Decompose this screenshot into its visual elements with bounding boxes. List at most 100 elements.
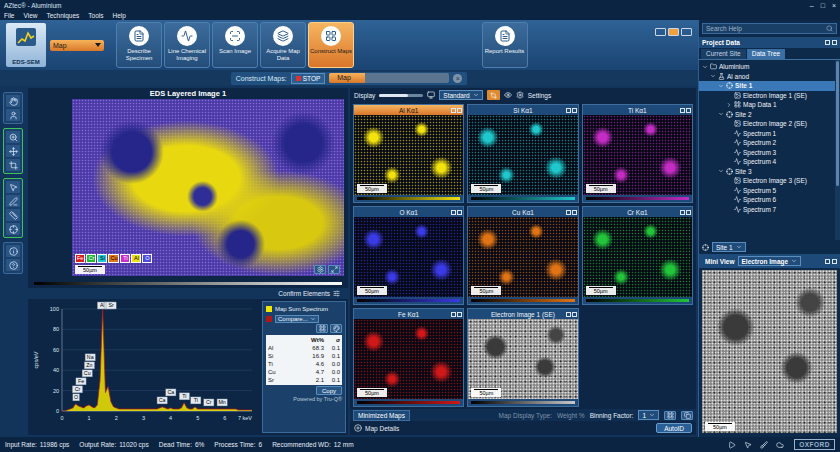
report-button[interactable]: Report Results: [482, 22, 528, 68]
expanded-icon[interactable]: [702, 64, 708, 70]
map-button[interactable]: [664, 411, 676, 420]
window-control[interactable]: –: [810, 2, 814, 9]
map-tile[interactable]: Cu Kα150µm: [467, 206, 578, 305]
monitor-icon[interactable]: [427, 91, 435, 99]
confirm-elements[interactable]: Confirm Elements: [278, 290, 330, 297]
tree-item[interactable]: Aluminium: [699, 62, 835, 72]
peak-label[interactable]: Ti: [191, 397, 201, 404]
tab[interactable]: Current Site: [701, 49, 746, 59]
result-button[interactable]: [316, 324, 328, 333]
layer-chip[interactable]: Cr: [86, 254, 96, 263]
tree-item[interactable]: Electron Image 1 (SE): [699, 91, 835, 101]
result-button[interactable]: [330, 324, 342, 333]
close-button[interactable]: ×: [453, 74, 462, 83]
minimize-icon[interactable]: [451, 312, 456, 317]
maximize-icon[interactable]: [686, 108, 691, 113]
stop-button[interactable]: STOP: [291, 73, 326, 84]
map-details[interactable]: Map Details: [365, 425, 399, 432]
minimize-icon[interactable]: [566, 312, 571, 317]
map-tile[interactable]: O Kα150µm: [353, 206, 464, 305]
binning-dropdown[interactable]: 1: [638, 410, 659, 420]
maximize-icon[interactable]: [572, 108, 577, 113]
tree-item[interactable]: Spectrum 2: [699, 138, 835, 148]
mode-dropdown[interactable]: Map: [50, 40, 104, 51]
tool-button[interactable]: [6, 181, 20, 193]
peak-label[interactable]: Cu: [82, 370, 92, 377]
peak-label[interactable]: O: [73, 394, 80, 401]
menu-item[interactable]: Help: [113, 12, 126, 19]
view-button[interactable]: [655, 28, 666, 36]
maximize-icon[interactable]: [832, 40, 837, 45]
map-tile[interactable]: Fe Kα150µm: [353, 308, 464, 407]
minimize-icon[interactable]: [566, 108, 571, 113]
tree-item[interactable]: Spectrum 5: [699, 186, 835, 196]
tool-button[interactable]: [6, 245, 20, 257]
image-button[interactable]: [314, 265, 326, 274]
peak-label[interactable]: Mn: [217, 399, 227, 406]
peak-label[interactable]: Ca: [157, 397, 167, 404]
window-control[interactable]: ×: [832, 2, 836, 9]
tree-item[interactable]: Spectrum 7: [699, 205, 835, 215]
peak-label[interactable]: Ti: [179, 393, 189, 400]
search-field[interactable]: Search Help: [702, 23, 837, 34]
tool-button[interactable]: [6, 209, 20, 221]
minimized-tab[interactable]: Minimized Maps: [353, 410, 410, 421]
display-type-value[interactable]: Weight %: [557, 412, 585, 419]
scroll-thumb[interactable]: [836, 61, 839, 186]
view-button[interactable]: [681, 28, 692, 36]
maximize-icon[interactable]: [572, 210, 577, 215]
minimize-icon[interactable]: [680, 210, 685, 215]
pin-icon[interactable]: [825, 40, 830, 45]
step-button[interactable]: Scan Image: [212, 22, 258, 68]
pointer-icon[interactable]: [744, 441, 752, 449]
map-color-track[interactable]: [471, 299, 574, 302]
autoid-button[interactable]: AutoID: [656, 423, 692, 433]
step-button[interactable]: Line Chemical Imaging: [164, 22, 210, 68]
collapsed-icon[interactable]: [726, 102, 732, 108]
menu-item[interactable]: View: [23, 12, 37, 19]
layer-chip[interactable]: O: [142, 254, 152, 263]
tool-button[interactable]: [6, 131, 20, 143]
map-tile[interactable]: Electron Image 1 (SE)50µm: [467, 308, 578, 407]
contrast-track[interactable]: [34, 282, 342, 285]
tool-button[interactable]: [6, 159, 20, 171]
tree-item[interactable]: Map Data 1: [699, 100, 835, 110]
expanded-icon[interactable]: [718, 83, 724, 89]
mini-view-dropdown[interactable]: Electron Image: [738, 256, 802, 266]
window-control[interactable]: □: [821, 2, 825, 9]
tree-item[interactable]: Spectrum 3: [699, 148, 835, 158]
map-tile[interactable]: Cr Kα150µm: [582, 206, 693, 305]
tool-button[interactable]: [6, 195, 20, 207]
layout-button[interactable]: [487, 90, 500, 100]
peak-label[interactable]: Ca: [166, 389, 176, 396]
layer-chip[interactable]: Cu: [108, 254, 119, 263]
expanded-icon[interactable]: [718, 111, 724, 117]
step-button[interactable]: Construct Maps: [308, 22, 354, 68]
settings-link[interactable]: Settings: [528, 92, 552, 99]
tree-item[interactable]: Spectrum 1: [699, 129, 835, 139]
peak-label[interactable]: Cr: [204, 399, 214, 406]
maximize-icon[interactable]: [572, 312, 577, 317]
display-slider[interactable]: [379, 94, 423, 97]
tree-item[interactable]: Spectrum 4: [699, 157, 835, 167]
minimize-icon[interactable]: [566, 210, 571, 215]
play-icon[interactable]: [728, 441, 736, 449]
menu-item[interactable]: Techniques: [46, 12, 79, 19]
minimize-icon[interactable]: [451, 108, 456, 113]
tool-button[interactable]: [6, 223, 20, 235]
gear-icon[interactable]: [516, 91, 524, 99]
compare-dropdown[interactable]: Compare...: [275, 315, 319, 323]
maximize-icon[interactable]: [832, 259, 837, 264]
layer-chip[interactable]: Al: [131, 254, 141, 263]
map-button[interactable]: [681, 411, 693, 420]
tool-button[interactable]: [6, 95, 20, 107]
expanded-icon[interactable]: [710, 73, 716, 79]
maximize-icon[interactable]: [457, 210, 462, 215]
menu-item[interactable]: File: [4, 12, 14, 19]
maximize-icon[interactable]: [457, 108, 462, 113]
maximize-icon[interactable]: [686, 210, 691, 215]
peak-label[interactable]: Sr: [106, 302, 116, 309]
maximize-icon[interactable]: [457, 312, 462, 317]
peak-label[interactable]: Si: [104, 302, 114, 309]
tool-button[interactable]: [6, 109, 20, 121]
